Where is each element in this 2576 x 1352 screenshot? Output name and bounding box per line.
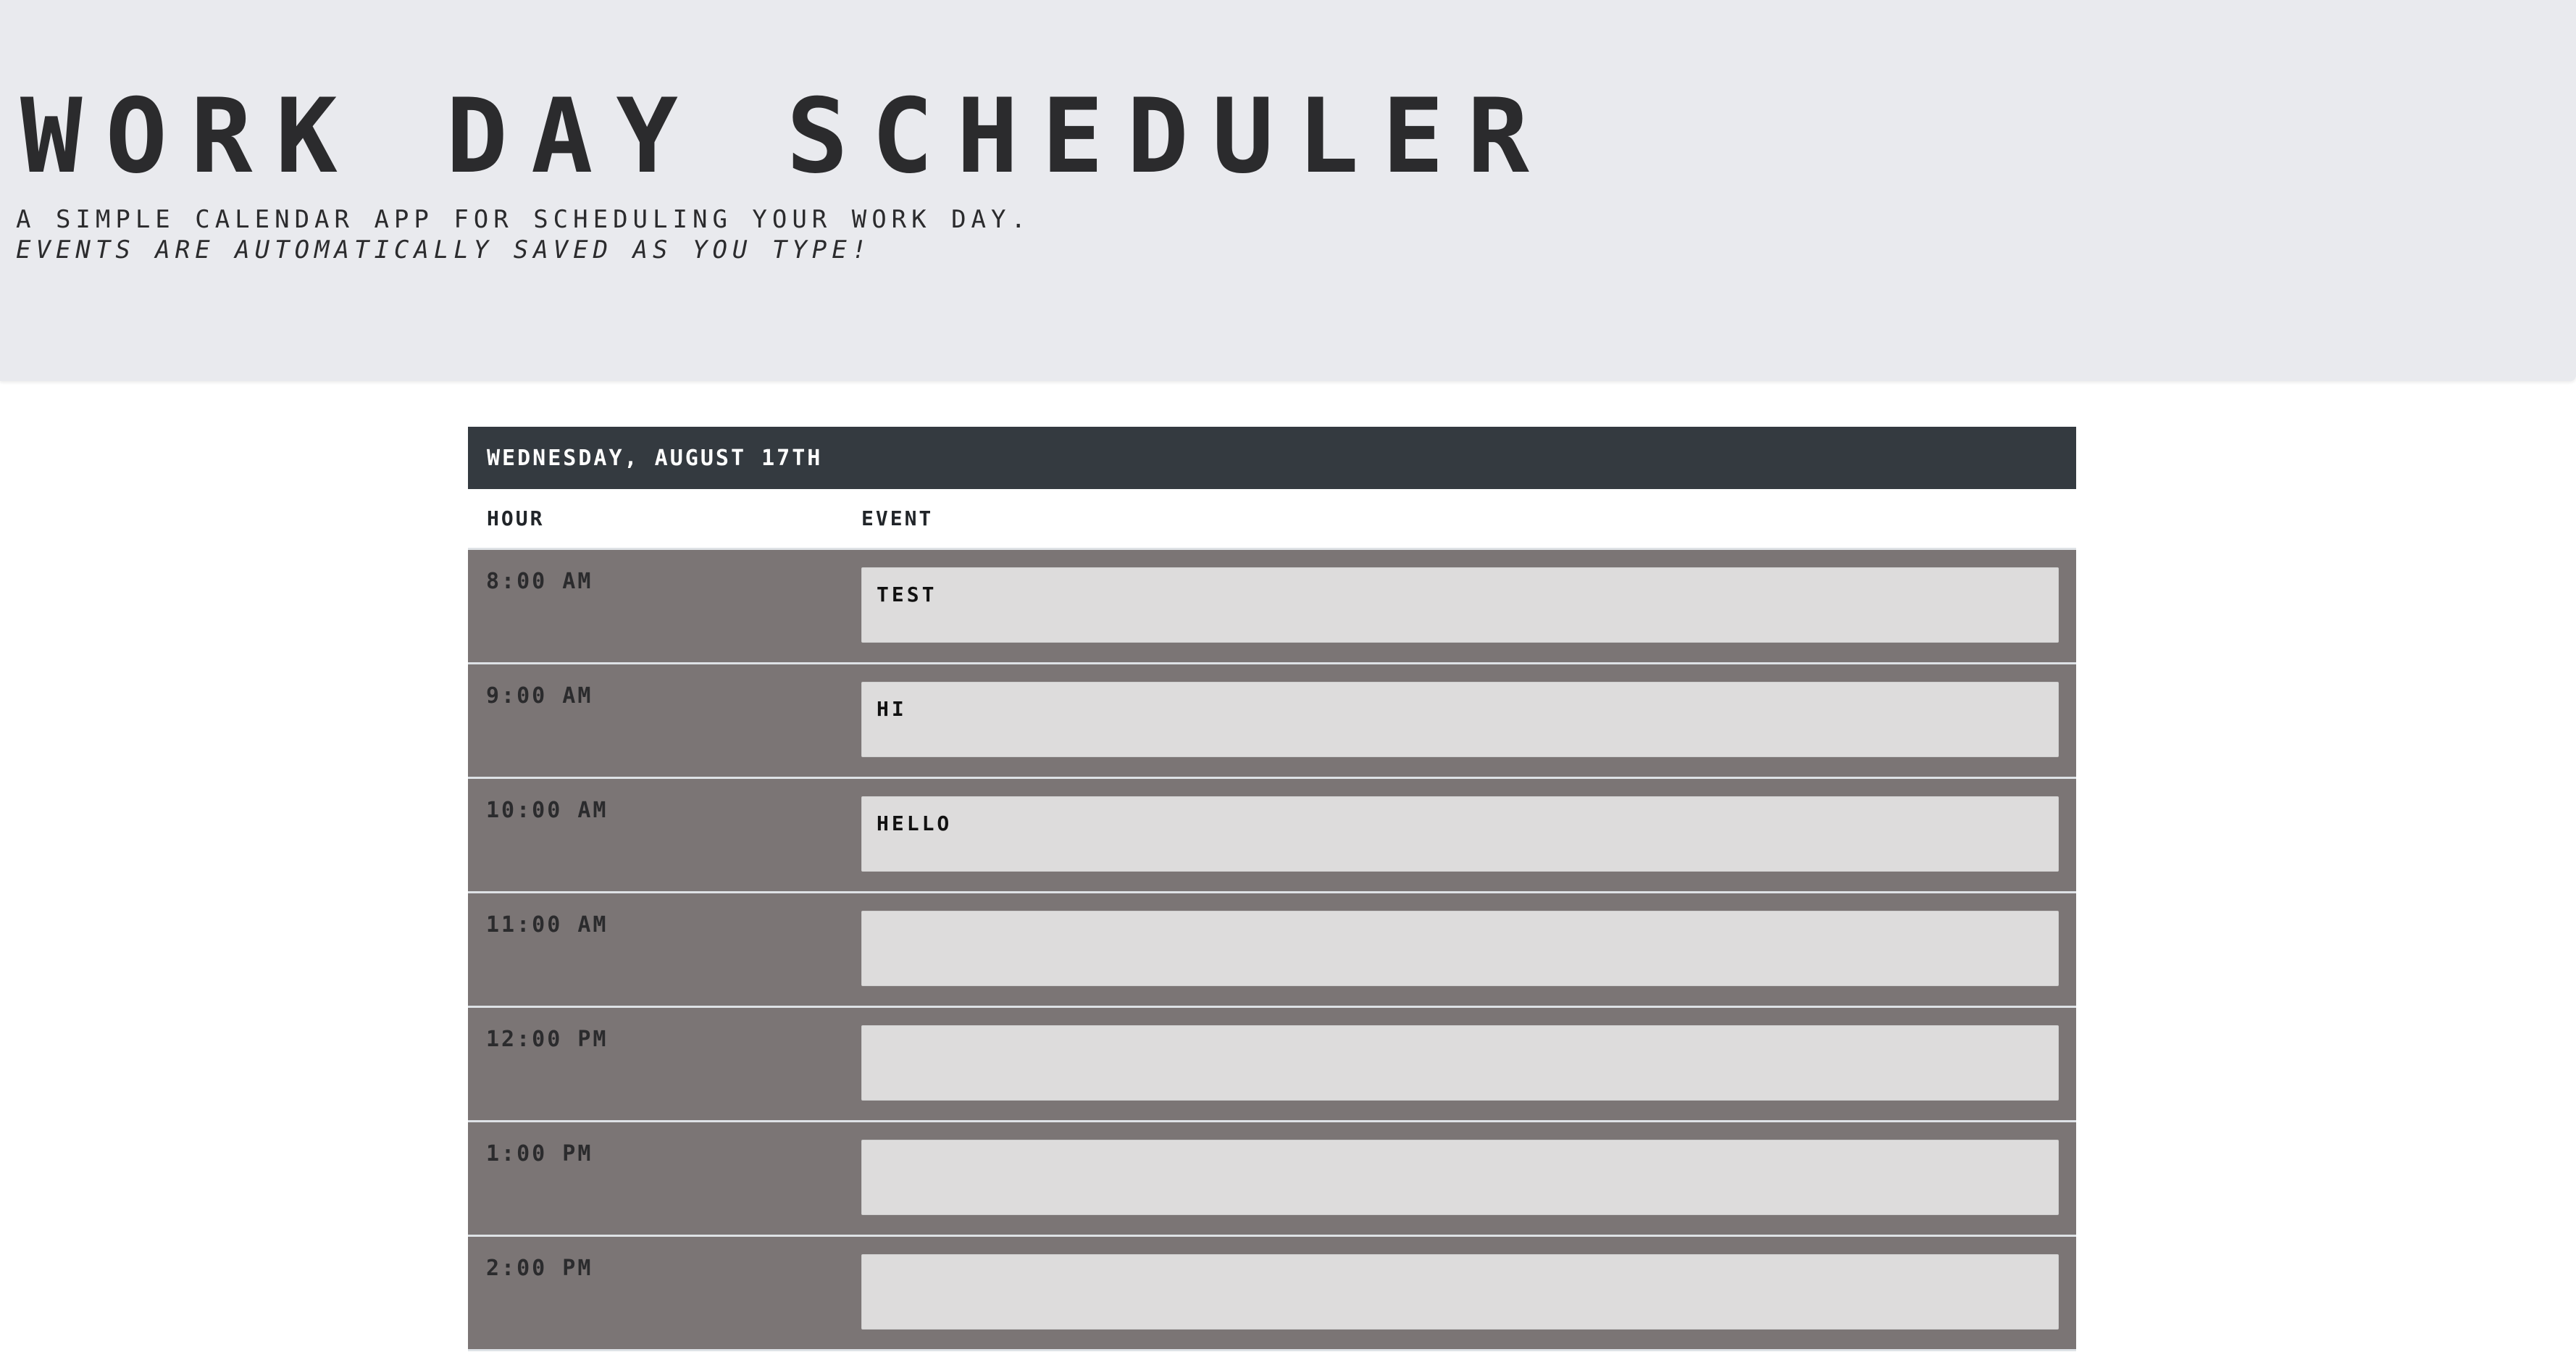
- time-block-row: 9:00 AM HI: [468, 664, 2076, 779]
- hour-label: 9:00 AM: [486, 683, 593, 709]
- time-block-row: 12:00 PM: [468, 1008, 2076, 1122]
- hour-label: 11:00 AM: [486, 912, 609, 938]
- event-cell: [861, 893, 2076, 1006]
- time-block-row: 11:00 AM: [468, 893, 2076, 1008]
- time-block-row: 10:00 AM HELLO: [468, 779, 2076, 893]
- hour-label: 10:00 AM: [486, 798, 609, 823]
- column-header-hour: HOUR: [487, 506, 545, 530]
- event-cell: [861, 1237, 2076, 1349]
- time-block-row: 8:00 AM TEST: [468, 550, 2076, 664]
- hour-label: 12:00 PM: [486, 1027, 609, 1052]
- hour-label: 1:00 PM: [486, 1141, 593, 1167]
- event-cell: HELLO: [861, 779, 2076, 891]
- time-block-row: 2:00 PM: [468, 1237, 2076, 1351]
- event-input[interactable]: [861, 1140, 2059, 1215]
- current-date-bar: WEDNESDAY, AUGUST 17TH: [468, 427, 2076, 489]
- hour-label: 8:00 AM: [486, 569, 593, 594]
- event-input[interactable]: HELLO: [861, 796, 2059, 872]
- description-line-1: A SIMPLE CALENDAR APP FOR SCHEDULING YOU…: [16, 205, 1031, 234]
- event-input[interactable]: [861, 1025, 2059, 1101]
- description-line-2: EVENTS ARE AUTOMATICALLY SAVED AS YOU TY…: [16, 235, 872, 264]
- current-date: WEDNESDAY, AUGUST 17TH: [487, 445, 823, 471]
- schedule-table: WEDNESDAY, AUGUST 17TH HOUR EVENT 8:00 A…: [468, 427, 2076, 1351]
- event-input[interactable]: [861, 1254, 2059, 1330]
- page-title: WORK DAY SCHEDULER: [20, 77, 1552, 196]
- time-block-row: 1:00 PM: [468, 1122, 2076, 1237]
- table-header-row: HOUR EVENT: [468, 489, 2076, 550]
- event-cell: [861, 1122, 2076, 1235]
- event-input[interactable]: [861, 911, 2059, 986]
- hour-label: 2:00 PM: [486, 1256, 593, 1281]
- page-description: A SIMPLE CALENDAR APP FOR SCHEDULING YOU…: [16, 204, 1031, 265]
- column-header-event: EVENT: [861, 506, 934, 530]
- event-cell: HI: [861, 664, 2076, 777]
- event-input[interactable]: TEST: [861, 567, 2059, 643]
- event-cell: TEST: [861, 550, 2076, 662]
- event-cell: [861, 1008, 2076, 1120]
- header-jumbotron: WORK DAY SCHEDULER A SIMPLE CALENDAR APP…: [0, 0, 2576, 381]
- event-input[interactable]: HI: [861, 682, 2059, 757]
